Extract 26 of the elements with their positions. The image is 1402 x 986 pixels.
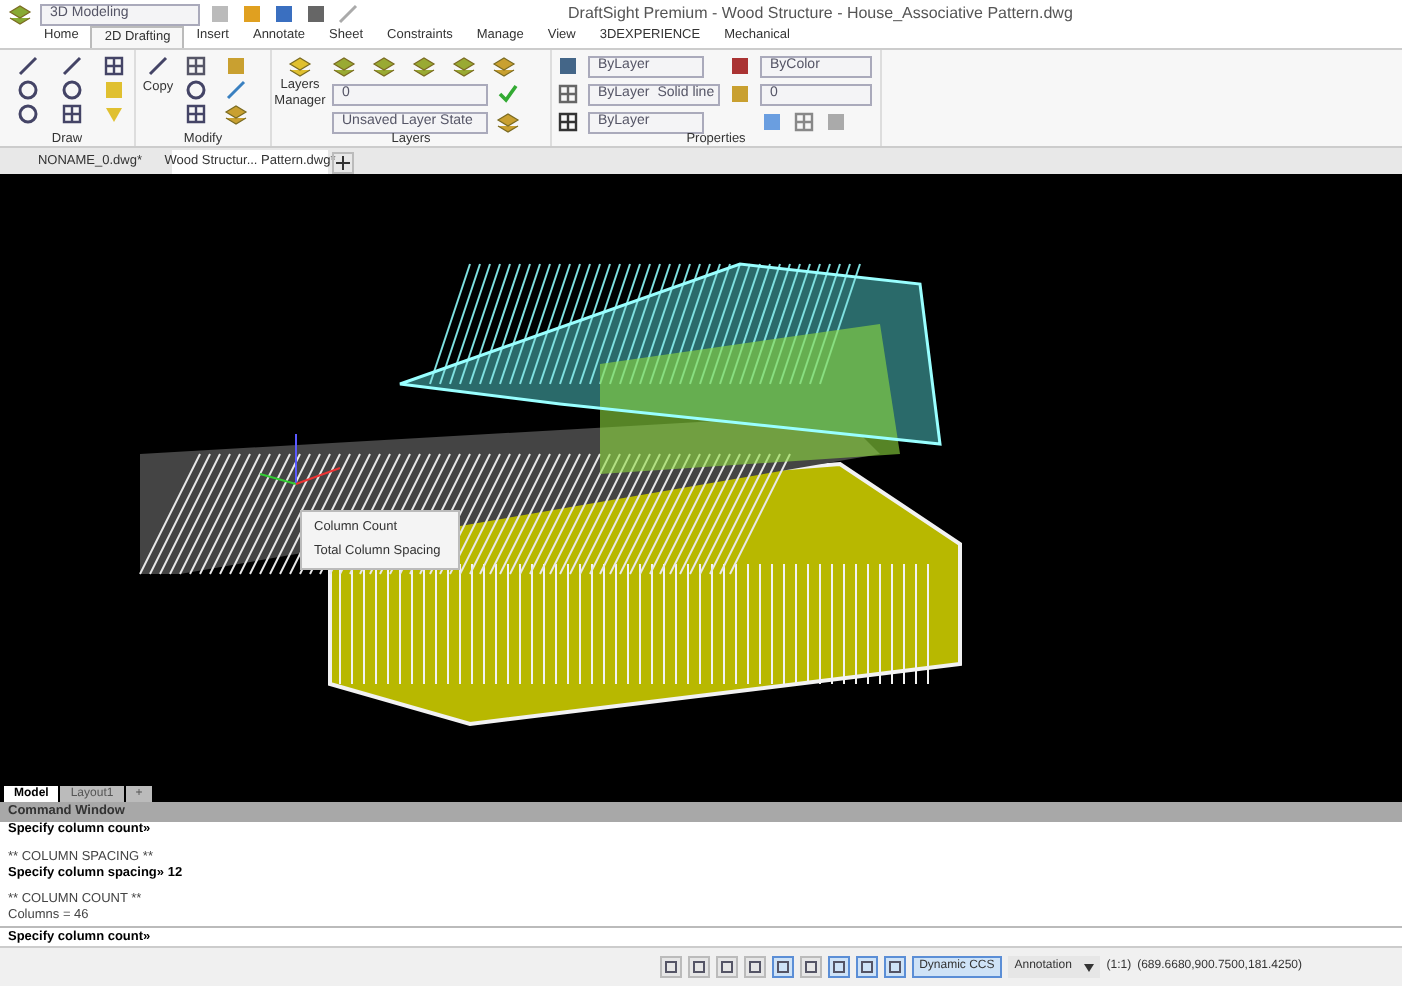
- caret-icon: [1084, 963, 1095, 971]
- status-toggle[interactable]: [883, 956, 906, 978]
- status-toggle[interactable]: [687, 956, 710, 978]
- layer-tool-icon[interactable]: [452, 54, 476, 78]
- status-toggle[interactable]: [771, 956, 794, 978]
- new-tab-button[interactable]: [332, 152, 354, 174]
- plus-icon: [336, 156, 350, 170]
- check-icon[interactable]: [496, 82, 520, 106]
- app-logo-icon: [8, 2, 32, 26]
- line-icon[interactable]: [16, 54, 40, 78]
- layer-tool-icon[interactable]: [492, 54, 516, 78]
- status-toggle[interactable]: [799, 956, 822, 978]
- axis-icon: [259, 433, 341, 485]
- layer-tool-icon[interactable]: [372, 54, 396, 78]
- status-toggle[interactable]: [855, 956, 878, 978]
- status-toggle[interactable]: [827, 956, 850, 978]
- status-toggle[interactable]: [743, 956, 766, 978]
- circle-icon[interactable]: [16, 102, 40, 126]
- status-toggle[interactable]: [659, 956, 682, 978]
- window-title: DraftSight Premium - Wood Structure - House_Associative Pattern.dwg: [568, 2, 1073, 26]
- status-toggle[interactable]: [715, 956, 738, 978]
- layer-tool-icon[interactable]: [332, 54, 356, 78]
- circle-icon[interactable]: [16, 78, 40, 102]
- layer-tool-icon[interactable]: [412, 54, 436, 78]
- layers-icon: [288, 54, 312, 78]
- layer-tool-icon[interactable]: [496, 110, 520, 134]
